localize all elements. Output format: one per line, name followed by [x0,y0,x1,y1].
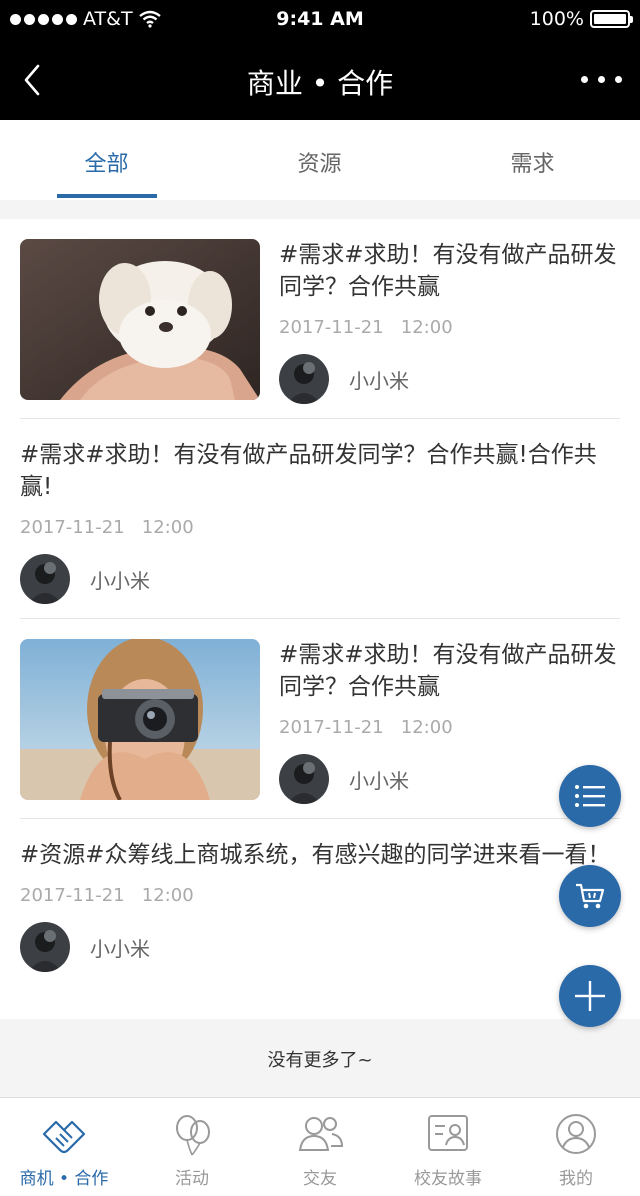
post-item[interactable]: #需求#求助！有没有做产品研发同学？合作共赢 2017-11-21 12:00 … [20,219,620,419]
avatar [20,922,70,972]
post-date: 2017-11-21 [279,717,384,738]
post-thumbnail [20,239,260,400]
nav-bar: 商业 • 合作 [0,40,640,120]
post-timestamp: 2017-11-21 12:00 [20,517,620,538]
tabbar-mine[interactable]: 我的 [512,1098,640,1196]
tabbar-label: 商机 • 合作 [19,1169,109,1189]
tabbar-label: 交友 [303,1169,337,1189]
tabbar-label: 我的 [559,1169,593,1189]
list-menu-button[interactable] [559,765,621,827]
list-icon [575,785,605,807]
tabbar-alumni-stories[interactable]: 校友故事 [384,1098,512,1196]
post-thumbnail [20,639,260,800]
story-card-icon [428,1115,468,1151]
tabbar-business[interactable]: 商机 • 合作 [0,1098,128,1196]
post-time: 12:00 [400,717,453,738]
handshake-icon [42,1120,86,1154]
battery-icon [590,10,633,28]
avatar [279,354,329,404]
tabbar-activities[interactable]: 活动 [128,1098,256,1196]
tab-demands[interactable]: 需求 [426,120,639,200]
post-item[interactable]: #需求#求助！有没有做产品研发同学？合作共赢!合作共赢! 2017-11-21 … [20,419,620,619]
post-title: #需求#求助！有没有做产品研发同学？合作共赢!合作共赢! [20,442,597,500]
add-post-button[interactable] [559,965,621,1027]
post-author[interactable]: 小小米 [20,554,620,604]
no-more-text: 没有更多了~ [0,1019,640,1097]
plus-icon [575,981,605,1011]
cart-button[interactable] [559,865,621,927]
puppy-photo-icon [20,239,260,400]
bottom-tab-bar: 商机 • 合作 活动 交友 校友故事 我的 [0,1097,640,1196]
cart-icon [576,883,605,909]
profile-icon [556,1114,596,1154]
tabbar-label: 校友故事 [414,1169,482,1189]
more-options-icon[interactable] [581,76,622,83]
author-name: 小小米 [349,768,409,793]
balloon-icon [176,1115,210,1156]
avatar [20,554,70,604]
category-tabs: 全部 资源 需求 [0,120,640,200]
post-date: 2017-11-21 [20,517,125,538]
status-bar: AT&T 9:41 AM 100% [0,0,640,40]
post-author[interactable]: 小小米 [20,922,620,972]
avatar [279,754,329,804]
tabbar-friends[interactable]: 交友 [256,1098,384,1196]
page-title: 商业 • 合作 [246,67,394,100]
post-time: 12:00 [141,517,194,538]
author-name: 小小米 [90,936,150,961]
post-timestamp: 2017-11-21 12:00 [279,317,620,338]
people-icon [298,1117,344,1151]
post-title: #需求#求助！有没有做产品研发同学？合作共赢 [279,242,617,300]
post-author[interactable]: 小小米 [279,354,620,404]
post-title: #资源#众筹线上商城系统，有感兴趣的同学进来看一看！ [20,842,611,868]
tab-resources[interactable]: 资源 [213,120,426,200]
battery-percent: 100% [529,8,584,30]
post-date: 2017-11-21 [20,885,125,906]
post-item[interactable]: #需求#求助！有没有做产品研发同学？合作共赢 2017-11-21 12:00 … [20,619,620,819]
tab-all[interactable]: 全部 [0,120,213,200]
post-date: 2017-11-21 [279,317,384,338]
post-list: #需求#求助！有没有做产品研发同学？合作共赢 2017-11-21 12:00 … [0,219,640,1019]
post-item[interactable]: #资源#众筹线上商城系统，有感兴趣的同学进来看一看！ 2017-11-21 12… [20,819,620,1019]
post-timestamp: 2017-11-21 12:00 [20,885,620,906]
tabbar-label: 活动 [175,1169,209,1189]
post-time: 12:00 [400,317,453,338]
post-title: #需求#求助！有没有做产品研发同学？合作共赢 [279,642,617,700]
battery-status: 100% [529,8,633,30]
camera-photo-icon [20,639,260,800]
post-time: 12:00 [141,885,194,906]
author-name: 小小米 [90,568,150,593]
author-name: 小小米 [349,368,409,393]
post-timestamp: 2017-11-21 12:00 [279,717,620,738]
